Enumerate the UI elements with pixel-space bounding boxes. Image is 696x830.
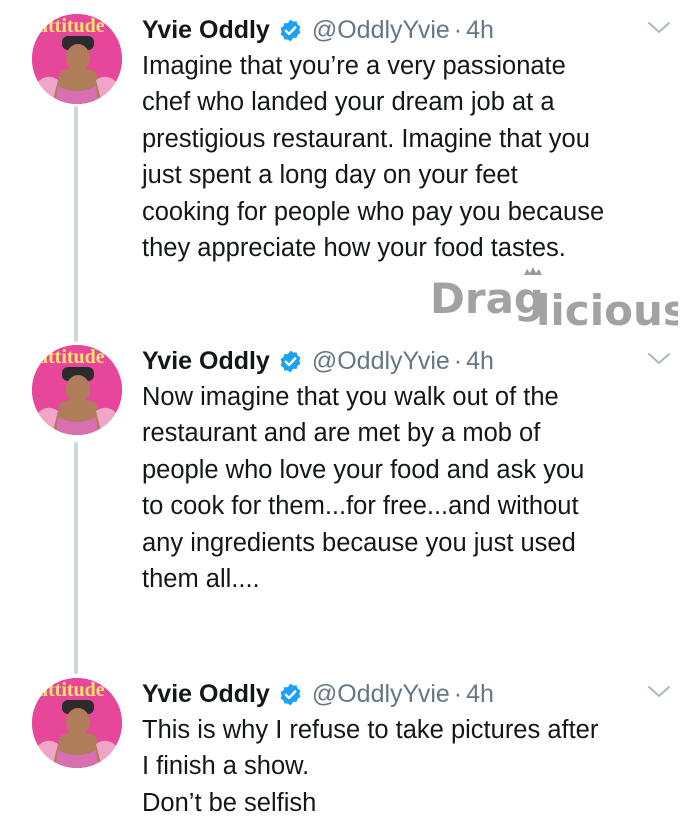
tweet-text: This is why I refuse to take pictures af…	[142, 712, 682, 821]
tweet-text-line: prestigious restaurant. Imagine that you	[142, 124, 590, 153]
author-handle[interactable]: @OddlyYvie	[312, 343, 450, 379]
avatar-image: attitude	[32, 14, 122, 104]
tweet-header: Yvie Oddly @OddlyYvie · 4h	[142, 12, 494, 48]
author-name[interactable]: Yvie Oddly	[142, 676, 270, 712]
tweet-text-line: Imagine that you’re a very passionate	[142, 52, 566, 80]
separator-dot: ·	[453, 347, 463, 375]
tweet-text-line: people who love your food and ask you	[142, 455, 585, 484]
avatar-image: attitude	[32, 345, 122, 435]
separator-dot: ·	[453, 16, 463, 44]
thread-connector-line	[74, 106, 78, 342]
watermark-text-light: licious	[536, 286, 678, 333]
tweet-text: Imagine that you’re a very passionate ch…	[142, 48, 682, 266]
tweet-text-line: they appreciate how your food tastes.	[142, 234, 566, 263]
avatar-brand-text: attitude	[38, 15, 105, 37]
tweet-text-line: them all....	[142, 565, 260, 594]
watermark-logo: Drag licious	[430, 267, 678, 333]
tweet-text-line: Don’t be selfish	[142, 788, 317, 817]
tweet-text-line: cooking for people who pay you because	[142, 197, 605, 226]
avatar[interactable]: attitude	[32, 678, 122, 768]
author-name[interactable]: Yvie Oddly	[142, 343, 270, 379]
tweet-text-line: restaurant and are met by a mob of	[142, 419, 541, 448]
chevron-down-icon[interactable]	[645, 349, 673, 369]
avatar[interactable]: attitude	[32, 345, 122, 435]
tweet-header: Yvie Oddly @OddlyYvie · 4h	[142, 676, 494, 712]
tweet-text-line: This is why I refuse to take pictures af…	[142, 716, 599, 744]
tweet-text-line: I finish a show.	[142, 752, 310, 781]
timestamp[interactable]: 4h	[466, 343, 494, 379]
verified-badge-icon	[278, 682, 303, 707]
tweet-text-line: just spent a long day on your feet	[142, 161, 518, 190]
chevron-down-icon[interactable]	[645, 18, 673, 38]
separator-dot: ·	[453, 680, 463, 708]
tweet-text-line: any ingredients because you just used	[142, 528, 576, 557]
tweet-text: Now imagine that you walk out of the res…	[142, 379, 682, 597]
timestamp[interactable]: 4h	[466, 12, 494, 48]
tweet-text-line: chef who landed your dream job at a	[142, 88, 555, 117]
tweet-header: Yvie Oddly @OddlyYvie · 4h	[142, 343, 494, 379]
avatar-brand-text: attitude	[38, 346, 105, 368]
avatar-image: attitude	[32, 678, 122, 768]
verified-badge-icon	[278, 349, 303, 374]
avatar-brand-text: attitude	[38, 679, 105, 701]
tweet-text-line: Now imagine that you walk out of the	[142, 383, 559, 411]
timestamp[interactable]: 4h	[466, 676, 494, 712]
tweet-text-line: to cook for them...for free...and withou…	[142, 492, 579, 521]
verified-badge-icon	[278, 18, 303, 43]
watermark-text-dark: Drag	[430, 274, 544, 323]
avatar[interactable]: attitude	[32, 14, 122, 104]
author-name[interactable]: Yvie Oddly	[142, 12, 270, 48]
chevron-down-icon[interactable]	[645, 682, 673, 702]
thread-connector-line	[74, 442, 78, 674]
author-handle[interactable]: @OddlyYvie	[312, 676, 450, 712]
crown-icon	[524, 267, 542, 275]
author-handle[interactable]: @OddlyYvie	[312, 12, 450, 48]
